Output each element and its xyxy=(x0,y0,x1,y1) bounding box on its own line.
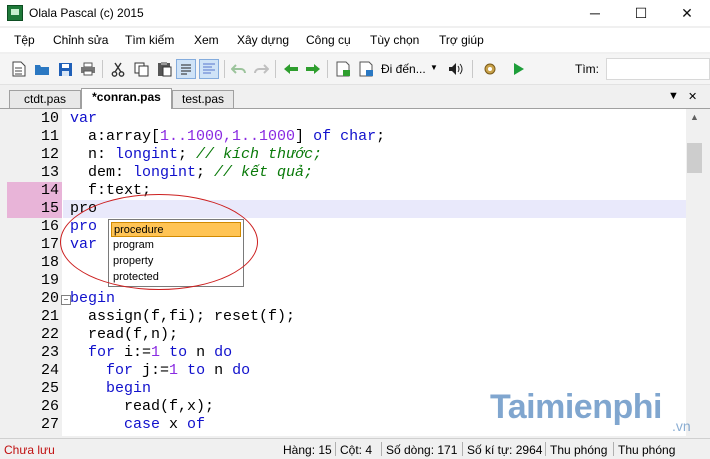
status-bar: Chưa lưu Hàng: 15 Cột: 4 Số dòng: 171 Số… xyxy=(0,438,710,459)
code-line: a:array[1..1000,1..1000] of char; xyxy=(70,128,386,145)
tab-ctdt[interactable]: ctdt.pas xyxy=(9,90,81,108)
minimize-button[interactable]: ─ xyxy=(572,0,618,26)
tab-list-icon[interactable]: ▼ xyxy=(668,90,679,102)
menu-tools[interactable]: Công cụ xyxy=(306,33,351,47)
save-icon[interactable] xyxy=(55,59,75,79)
cut-icon[interactable] xyxy=(108,59,128,79)
line-number: 26 xyxy=(40,398,59,415)
tab-close-icon[interactable]: ✕ xyxy=(688,90,697,103)
line-number: 22 xyxy=(40,326,59,343)
new-file-icon[interactable] xyxy=(9,59,29,79)
line-number-marked: 14 xyxy=(7,182,62,200)
line-number: 19 xyxy=(40,272,59,289)
line-number: 21 xyxy=(40,308,59,325)
line-number: 17 xyxy=(40,236,59,253)
word-wrap-icon[interactable] xyxy=(176,59,196,79)
cursor-column: Cột: 4 xyxy=(340,443,373,457)
code-line: assign(f,fi); reset(f); xyxy=(70,308,296,325)
maximize-button[interactable]: ☐ xyxy=(618,0,664,26)
code-line: read(f,n); xyxy=(70,326,179,343)
highlight-ellipse xyxy=(60,194,258,290)
copy-icon[interactable] xyxy=(131,59,151,79)
tab-test[interactable]: test.pas xyxy=(172,90,234,108)
paste-icon[interactable] xyxy=(154,59,174,79)
line-number: 25 xyxy=(40,380,59,397)
zoom-status: Thu phóng xyxy=(550,443,608,457)
code-line: for j:=1 to n do xyxy=(106,362,251,379)
compile-gear-icon[interactable] xyxy=(480,59,500,79)
menu-build[interactable]: Xây dựng xyxy=(237,33,289,47)
line-number: 12 xyxy=(40,146,59,163)
scroll-up-icon[interactable]: ▲ xyxy=(686,109,703,126)
line-count: Số dòng: 171 xyxy=(386,443,458,457)
cursor-line: Hàng: 15 xyxy=(283,443,332,457)
line-number: 10 xyxy=(40,110,59,127)
line-number: 16 xyxy=(40,218,59,235)
print-icon[interactable] xyxy=(78,59,98,79)
line-number: 20 xyxy=(40,290,59,307)
vertical-scrollbar[interactable]: ▲ xyxy=(686,109,703,436)
search-input[interactable] xyxy=(606,58,710,80)
menu-edit[interactable]: Chỉnh sửa xyxy=(53,33,108,47)
open-folder-icon[interactable] xyxy=(32,59,52,79)
app-icon xyxy=(7,5,23,21)
run-icon[interactable] xyxy=(509,59,529,79)
menu-options[interactable]: Tùy chọn xyxy=(370,33,419,47)
toolbar-separator xyxy=(472,60,473,78)
status-separator xyxy=(545,442,546,456)
toolbar-separator xyxy=(224,60,225,78)
toolbar: Đi đến... ▼ Tìm: xyxy=(0,54,710,85)
line-number: 27 xyxy=(40,416,59,433)
line-number-marked: 15 xyxy=(7,200,62,218)
code-line: case x of xyxy=(124,416,206,433)
add-bookmark-icon[interactable] xyxy=(333,59,353,79)
status-separator xyxy=(462,442,463,456)
code-line: begin xyxy=(70,290,116,307)
arrow-right-icon[interactable] xyxy=(303,59,323,79)
char-count: Số kí tự: 2964 xyxy=(467,443,543,457)
toolbar-separator xyxy=(327,60,328,78)
save-status: Chưa lưu xyxy=(4,443,55,457)
line-number: 13 xyxy=(40,164,59,181)
arrow-left-icon[interactable] xyxy=(281,59,301,79)
code-line: begin xyxy=(70,380,152,397)
menu-help[interactable]: Trợ giúp xyxy=(439,33,484,47)
zoom-control[interactable]: Thu phóng xyxy=(618,443,675,457)
scrollbar-thumb[interactable] xyxy=(687,143,702,173)
code-line: n: longint; // kích thước; xyxy=(70,146,323,163)
line-number: 23 xyxy=(40,344,59,361)
redo-icon[interactable] xyxy=(251,59,271,79)
status-separator xyxy=(381,442,382,456)
chevron-down-icon[interactable]: ▼ xyxy=(430,63,438,72)
menu-bar: Tệp Chỉnh sửa Tìm kiếm Xem Xây dựng Công… xyxy=(0,28,710,52)
status-separator xyxy=(335,442,336,456)
window-title: Olala Pascal (c) 2015 xyxy=(29,6,144,20)
title-bar: Olala Pascal (c) 2015 ─ ☐ ✕ xyxy=(0,0,710,26)
toolbar-separator xyxy=(275,60,276,78)
line-number: 11 xyxy=(40,128,59,145)
goto-dropdown[interactable]: Đi đến... xyxy=(381,62,426,76)
tab-conran[interactable]: *conran.pas xyxy=(81,88,172,109)
menu-view[interactable]: Xem xyxy=(194,33,219,47)
bookmark-list-icon[interactable] xyxy=(356,59,376,79)
code-line: var xyxy=(70,110,98,127)
code-line: for i:=1 to n do xyxy=(88,344,233,361)
line-number: 18 xyxy=(40,254,59,271)
syntax-highlight-icon[interactable] xyxy=(199,59,219,79)
toolbar-separator xyxy=(102,60,103,78)
watermark-suffix: .vn xyxy=(672,418,691,434)
code-line: dem: longint; // kết quả; xyxy=(70,164,314,181)
speaker-icon[interactable] xyxy=(446,59,466,79)
menu-search[interactable]: Tìm kiếm xyxy=(125,33,174,47)
line-number: 24 xyxy=(40,362,59,379)
undo-icon[interactable] xyxy=(229,59,249,79)
status-separator xyxy=(613,442,614,456)
code-line: read(f,x); xyxy=(70,398,215,415)
watermark-logo: Taimienphi xyxy=(490,388,662,426)
menu-file[interactable]: Tệp xyxy=(14,33,35,47)
search-label: Tìm: xyxy=(575,62,599,76)
tab-bar: ctdt.pas *conran.pas test.pas ▼ ✕ xyxy=(0,86,710,109)
close-button[interactable]: ✕ xyxy=(664,0,710,26)
